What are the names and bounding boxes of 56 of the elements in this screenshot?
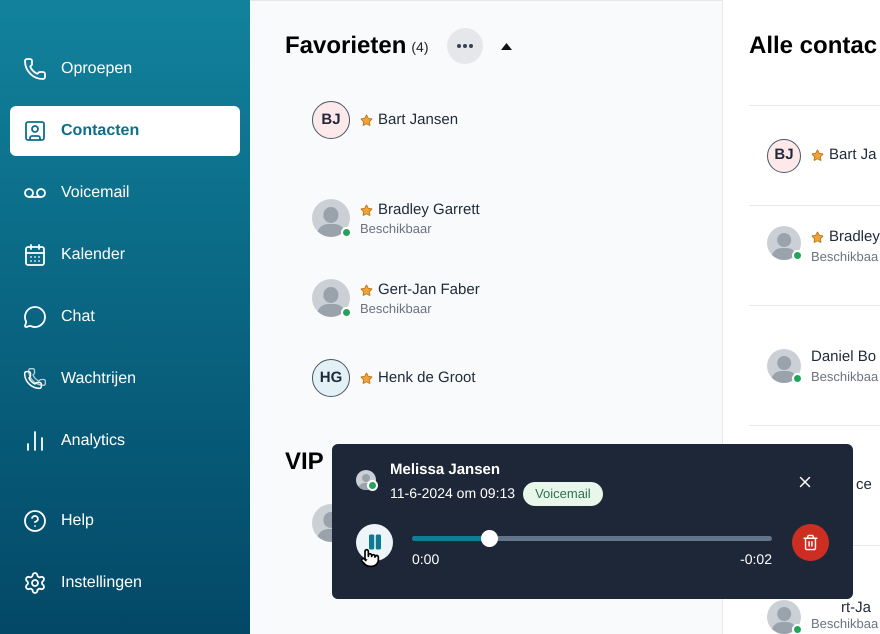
contact-name[interactable]: Bradley Garrett: [378, 198, 480, 222]
sidebar-item[interactable]: Chat: [10, 292, 240, 342]
contact-name[interactable]: rt-Ja: [841, 600, 871, 616]
initials-avatar: BJ: [312, 101, 350, 139]
sidebar-item[interactable]: Contacten: [10, 106, 240, 156]
elapsed-time: 0:00: [412, 550, 440, 568]
initials-avatar: HG: [312, 359, 350, 397]
contact-name[interactable]: Daniel Bo: [811, 346, 876, 369]
caret-up-icon: [501, 42, 512, 50]
section-title: Alle contac: [749, 31, 878, 61]
contact-name[interactable]: Bart Jansen: [378, 108, 458, 132]
sidebar-item[interactable]: Voicemail: [10, 168, 240, 218]
contact-name[interactable]: Bart Ja: [829, 144, 877, 167]
avatar-silhouette: [767, 600, 801, 634]
settings-icon: [23, 571, 47, 595]
section-title: Favorieten: [285, 31, 406, 61]
call-date: 11-6-2024 om 09:13: [390, 484, 516, 504]
voicemail-tag: Voicemail: [523, 482, 603, 506]
sidebar-item[interactable]: Oproepen: [10, 44, 240, 94]
more-options-button[interactable]: [446, 28, 482, 64]
contact-status: Beschikbaa: [811, 616, 878, 632]
help-icon: [23, 509, 47, 533]
stacked-phones-icon: [23, 367, 47, 391]
initials-avatar: BJ: [767, 138, 801, 172]
sidebar-item[interactable]: Analytics: [10, 416, 240, 466]
avatar-silhouette: [767, 226, 801, 260]
phone-icon: [23, 57, 47, 81]
trash-icon: [802, 534, 819, 550]
avatar-silhouette: [312, 279, 350, 317]
contact-card-icon: [23, 119, 47, 143]
chat-bubble-icon: [23, 305, 47, 329]
count-label: (4): [411, 38, 428, 57]
contact-name[interactable]: Henk de Groot: [378, 366, 476, 390]
sidebar-item[interactable]: Kalender: [10, 230, 240, 280]
sidebar-item[interactable]: Wachtrijen: [10, 354, 240, 404]
hand-cursor-icon: [360, 548, 380, 568]
delete-button[interactable]: [792, 524, 829, 560]
contact-name[interactable]: Bradley: [829, 226, 880, 248]
contact-status: Beschikbaar: [360, 221, 433, 238]
contact-status: Beschikbaar: [360, 301, 433, 318]
contact-status: Beschikbaa: [811, 248, 880, 264]
progress-slider[interactable]: [412, 530, 772, 546]
pause-button[interactable]: [356, 524, 393, 560]
ellipsis-icon: [456, 44, 472, 48]
avatar-silhouette: [767, 348, 801, 382]
contact-status: Beschikbaa: [811, 368, 878, 385]
slider-thumb[interactable]: [481, 530, 498, 546]
sidebar-item[interactable]: Instellingen: [10, 558, 240, 608]
avatar-silhouette: [312, 199, 350, 237]
sidebar-item[interactable]: Help: [10, 496, 240, 546]
calendar-icon: [23, 243, 47, 267]
remaining-time: -0:02: [740, 550, 772, 568]
section-title: VIP: [285, 448, 324, 475]
contact-name[interactable]: ce: [856, 474, 872, 497]
caller-name: Melissa Jansen: [390, 460, 502, 480]
contact-name[interactable]: Gert-Jan Faber: [378, 278, 480, 302]
